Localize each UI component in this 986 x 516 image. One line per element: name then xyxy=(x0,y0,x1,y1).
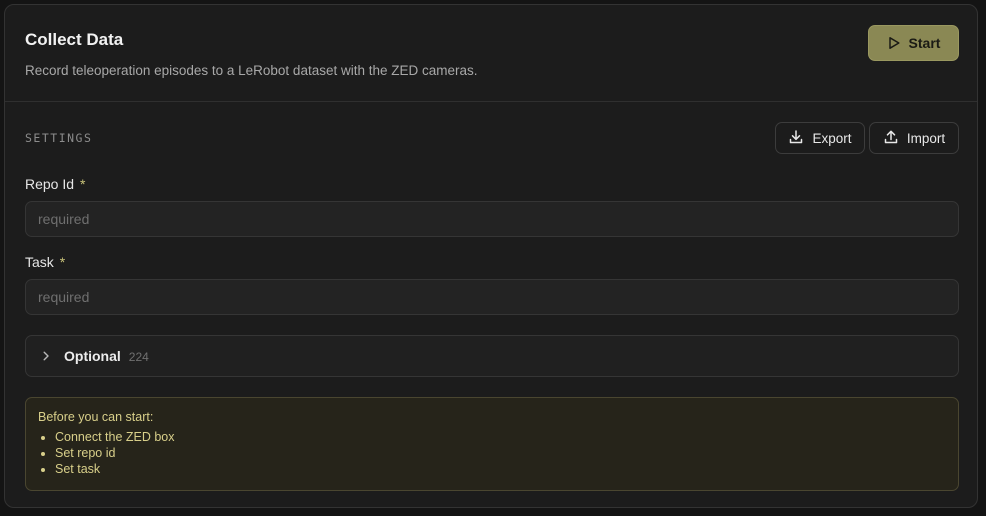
settings-section-label: SETTINGS xyxy=(25,131,93,145)
repo-id-label: Repo Id * xyxy=(25,176,86,192)
export-button-label: Export xyxy=(812,130,852,146)
start-button[interactable]: Start xyxy=(868,25,959,61)
collect-data-card: Collect Data Record teleoperation episod… xyxy=(4,4,978,508)
page-title: Collect Data xyxy=(25,30,124,49)
start-button-label: Start xyxy=(908,35,941,51)
page-subtitle: Record teleoperation episodes to a LeRob… xyxy=(25,63,478,78)
task-label-text: Task xyxy=(25,254,54,270)
import-button[interactable]: Import xyxy=(869,122,959,154)
prerequisites-list: Connect the ZED box Set repo id Set task xyxy=(38,429,946,477)
prerequisites-notice: Before you can start: Connect the ZED bo… xyxy=(25,397,959,491)
list-item: Set task xyxy=(55,461,946,477)
repo-id-label-text: Repo Id xyxy=(25,176,75,192)
optional-section-toggle[interactable]: Optional 224 xyxy=(25,335,959,377)
list-item: Connect the ZED box xyxy=(55,429,946,445)
download-icon xyxy=(788,129,804,148)
list-item: Set repo id xyxy=(55,445,946,461)
required-marker: * xyxy=(59,254,66,270)
task-label: Task * xyxy=(25,254,65,270)
task-input[interactable] xyxy=(25,279,959,315)
repo-id-input[interactable] xyxy=(25,201,959,237)
upload-icon xyxy=(883,129,899,148)
card-header: Collect Data Record teleoperation episod… xyxy=(5,5,977,102)
play-icon xyxy=(887,36,901,50)
required-marker: * xyxy=(80,176,86,192)
export-button[interactable]: Export xyxy=(775,122,865,154)
optional-count: 224 xyxy=(128,349,149,364)
optional-label: Optional xyxy=(64,348,121,364)
chevron-right-icon xyxy=(40,350,52,362)
notice-title: Before you can start: xyxy=(38,410,154,424)
import-button-label: Import xyxy=(906,130,946,146)
